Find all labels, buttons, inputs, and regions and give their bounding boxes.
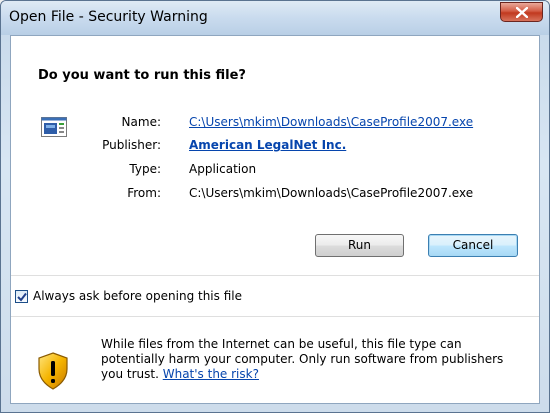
whats-the-risk-link[interactable]: What's the risk? bbox=[163, 367, 259, 381]
separator bbox=[11, 316, 539, 317]
type-value: Application bbox=[189, 162, 257, 176]
from-value: C:\Users\mkim\Downloads\CaseProfile2007.… bbox=[189, 186, 474, 200]
run-button[interactable]: Run bbox=[315, 234, 404, 257]
name-label: Name: bbox=[121, 115, 161, 129]
window-title: Open File - Security Warning bbox=[9, 9, 208, 25]
checkmark-icon bbox=[17, 292, 27, 302]
always-ask-checkbox[interactable] bbox=[15, 290, 28, 303]
name-link[interactable]: C:\Users\mkim\Downloads\CaseProfile2007.… bbox=[189, 115, 473, 129]
from-label: From: bbox=[127, 186, 161, 200]
publisher-label: Publisher: bbox=[102, 138, 161, 152]
dialog-question: Do you want to run this file? bbox=[38, 68, 246, 83]
type-label: Type: bbox=[129, 162, 161, 176]
close-icon bbox=[516, 7, 528, 18]
always-ask-label[interactable]: Always ask before opening this file bbox=[33, 289, 242, 303]
title-bar[interactable]: Open File - Security Warning bbox=[1, 1, 549, 35]
publisher-link[interactable]: American LegalNet Inc. bbox=[189, 138, 346, 152]
close-button[interactable] bbox=[500, 2, 543, 22]
separator bbox=[11, 275, 539, 276]
warning-text: While files from the Internet can be use… bbox=[101, 337, 504, 381]
warning-message: While files from the Internet can be use… bbox=[101, 337, 521, 382]
cancel-button[interactable]: Cancel bbox=[428, 234, 518, 257]
dialog-content: Do you want to run this file? Name: C:\U… bbox=[10, 35, 540, 404]
shield-warning-icon bbox=[38, 352, 68, 390]
security-warning-window: Open File - Security Warning Do you want… bbox=[0, 0, 550, 413]
